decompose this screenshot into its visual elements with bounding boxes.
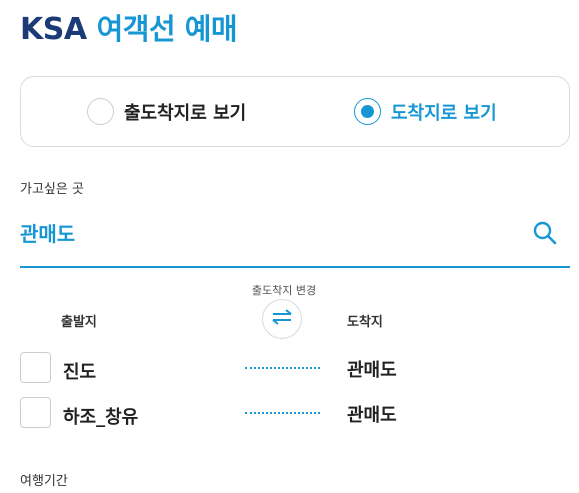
route-arrival: 관매도 (347, 360, 397, 381)
swap-button[interactable] (262, 299, 302, 339)
route-checkbox[interactable] (20, 352, 51, 383)
route-connector-line (245, 367, 320, 369)
route-row[interactable]: 하조_창유 관매도 (20, 397, 570, 429)
route-connector-line (245, 412, 320, 414)
travel-period-label: 여행기간 (20, 474, 68, 489)
route-arrival: 관매도 (347, 405, 397, 426)
destination-field[interactable]: 관매도 (20, 206, 570, 268)
arrival-column-header: 도착지 (347, 315, 383, 330)
destination-value[interactable]: 관매도 (20, 218, 75, 247)
radio-option-origin-destination[interactable]: 출도착지로 보기 (87, 77, 246, 146)
route-checkbox[interactable] (20, 397, 51, 428)
radio-option-destination[interactable]: 도착지로 보기 (354, 77, 497, 146)
route-departure: 하조_창유 (63, 407, 139, 428)
view-mode-toggle: 출도착지로 보기 도착지로 보기 (20, 76, 570, 147)
radio-circle-checked[interactable] (354, 98, 381, 125)
brand-logo-text: KSA (20, 12, 87, 47)
route-row[interactable]: 진도 관매도 (20, 352, 570, 384)
radio-circle-unchecked[interactable] (87, 98, 114, 125)
radio-label: 도착지로 보기 (391, 102, 497, 124)
swap-caption: 출도착지 변경 (251, 284, 317, 297)
radio-label: 출도착지로 보기 (124, 102, 247, 124)
page-header: KSA 여객선 예매 (20, 6, 238, 47)
search-icon[interactable] (532, 220, 558, 246)
route-departure: 진도 (63, 362, 97, 383)
page-title: 여객선 예매 (96, 12, 238, 46)
destination-label: 가고싶은 곳 (20, 182, 84, 197)
swap-arrows-icon (271, 309, 293, 329)
departure-column-header: 출발지 (61, 315, 97, 330)
